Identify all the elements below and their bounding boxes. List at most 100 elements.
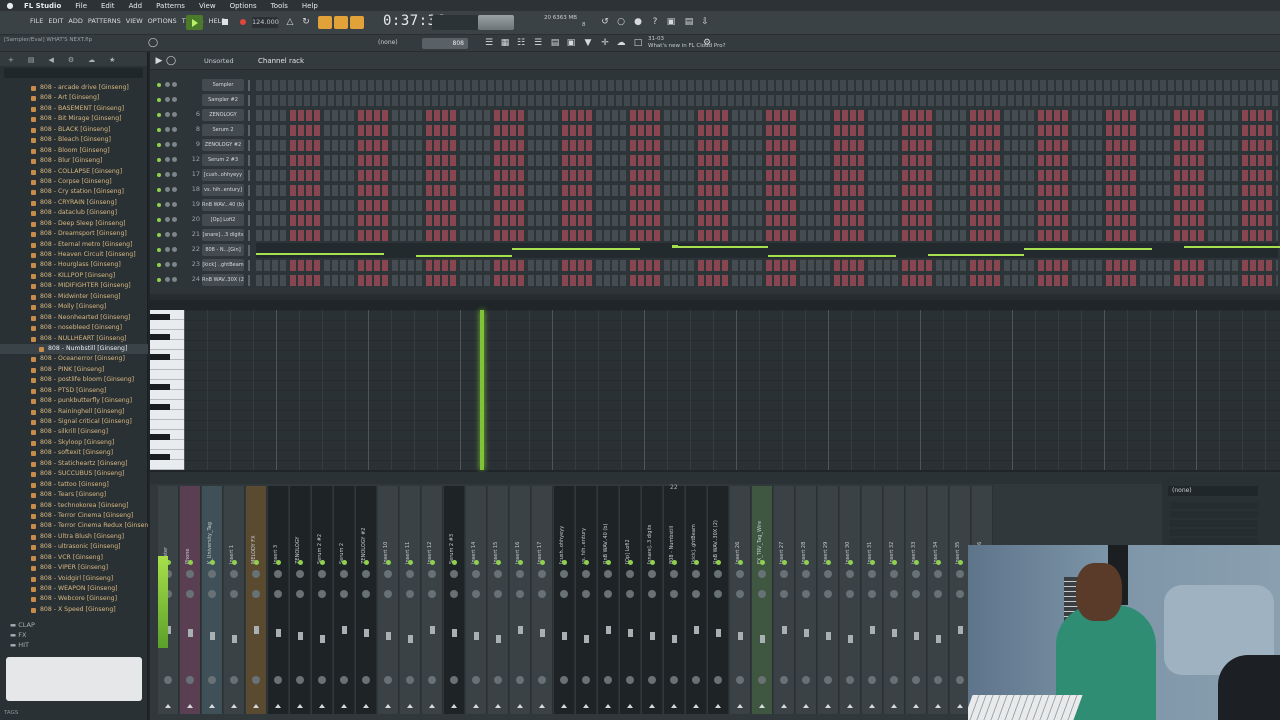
channel-name-button[interactable]: [Op] Lofi2 [202, 214, 244, 226]
mixer-strip-led[interactable] [914, 560, 919, 565]
channel-volume-knob[interactable] [172, 202, 177, 207]
channel-select-bar[interactable] [248, 230, 250, 241]
mixer-pan-knob[interactable] [560, 570, 568, 578]
mixer-stereo-knob[interactable] [340, 590, 348, 598]
mixer-strip-led[interactable] [628, 560, 633, 565]
mixer-volume-fader[interactable] [650, 632, 655, 640]
mixer-route-arrow-icon[interactable] [473, 704, 479, 708]
mixer-pan-knob[interactable] [648, 570, 656, 578]
mixer-stereo-knob[interactable] [406, 590, 414, 598]
browser-item[interactable]: 808 - Skyloop [Ginseng] [0, 438, 148, 448]
mixer-strip-led[interactable] [320, 560, 325, 565]
mixer-pan-knob[interactable] [406, 570, 414, 578]
mixer-pan-knob[interactable] [340, 570, 348, 578]
rack-arrow-icon[interactable]: ▶ [154, 56, 164, 66]
mixer-pan-knob[interactable] [802, 570, 810, 578]
channel-row[interactable]: 23 [kick] ..ghtBeam [150, 258, 1280, 273]
browser-item[interactable]: 808 - Art [Ginseng] [0, 93, 148, 103]
mixer-pan-knob[interactable] [428, 570, 436, 578]
mixer-send-knob[interactable] [604, 676, 612, 684]
channel-mute-led[interactable] [157, 203, 161, 207]
tools-icon[interactable]: ✛ [600, 38, 610, 48]
mixer-strip-led[interactable] [672, 560, 677, 565]
mixer-route-arrow-icon[interactable] [847, 704, 853, 708]
mixer-strip[interactable]: RnB WAV..40 (b) [598, 486, 619, 714]
mixer-route-arrow-icon[interactable] [385, 704, 391, 708]
channel-mute-led[interactable] [157, 113, 161, 117]
mixer-send-knob[interactable] [230, 676, 238, 684]
mixer-stereo-knob[interactable] [780, 590, 788, 598]
step-sequencer[interactable] [256, 125, 1278, 136]
mixer-stereo-knob[interactable] [384, 590, 392, 598]
apple-icon[interactable]: ● [0, 1, 20, 10]
channel-select-bar[interactable] [248, 215, 250, 226]
mixer-pan-knob[interactable] [868, 570, 876, 578]
channel-mixer-track[interactable]: 8 [178, 125, 200, 133]
mixer-stereo-knob[interactable] [692, 590, 700, 598]
mixer-stereo-knob[interactable] [824, 590, 832, 598]
channel-select-bar[interactable] [248, 80, 250, 91]
channel-row[interactable]: 8 Serum 2 [150, 123, 1280, 138]
mixer-volume-fader[interactable] [804, 629, 809, 637]
mixer-send-knob[interactable] [648, 676, 656, 684]
channel-row[interactable]: 18 vs. hih..entury] [150, 183, 1280, 198]
mixer-strip-led[interactable] [298, 560, 303, 565]
channel-row[interactable]: 24 RnB WAV..30X (2) [150, 273, 1280, 288]
mixer-strip[interactable]: [cush..ohhyeyy [554, 486, 575, 714]
channel-rack-icon[interactable]: ☷ [516, 38, 526, 48]
browser-item[interactable]: 808 - Webcore [Ginseng] [0, 594, 148, 604]
mixer-pan-knob[interactable] [230, 570, 238, 578]
browser-item[interactable]: 808 - WEAPON [Ginseng] [0, 584, 148, 594]
mixer-route-arrow-icon[interactable] [275, 704, 281, 708]
mixer-strip[interactable]: Insert 27 [774, 486, 795, 714]
mixer-stereo-knob[interactable] [230, 590, 238, 598]
mixer-stereo-knob[interactable] [208, 590, 216, 598]
channel-select-bar[interactable] [248, 260, 250, 271]
mixer-stereo-knob[interactable] [186, 590, 194, 598]
browser-plus-icon[interactable]: + [8, 56, 14, 64]
mixer-strip[interactable]: vs. hih..entury [576, 486, 597, 714]
mixer-pan-knob[interactable] [824, 570, 832, 578]
browser-item[interactable]: 808 - PINK [Ginseng] [0, 365, 148, 375]
browser-item[interactable]: 808 - silkrill [Ginseng] [0, 427, 148, 437]
channel-select-bar[interactable] [248, 245, 250, 256]
news-panel[interactable]: 31-03 What's new in FL Cloud Pro? [648, 36, 726, 50]
menu-patterns[interactable]: Patterns [149, 2, 192, 10]
mixer-strip-led[interactable] [210, 560, 215, 565]
mixer-strip-led[interactable] [188, 560, 193, 565]
mixer-pan-knob[interactable] [934, 570, 942, 578]
folder-hit[interactable]: ▬ HIT [10, 640, 35, 650]
mixer-route-arrow-icon[interactable] [913, 704, 919, 708]
channel-name-button[interactable]: [snare]...3 digits [202, 229, 244, 241]
browser-item[interactable]: 808 - PTSD [Ginseng] [0, 386, 148, 396]
pattern-selector[interactable]: 808 [422, 38, 468, 49]
mixer-pan-knob[interactable] [274, 570, 282, 578]
browser-item[interactable]: 808 - punkbutterfly [Ginseng] [0, 396, 148, 406]
channel-volume-knob[interactable] [172, 187, 177, 192]
channel-volume-knob[interactable] [172, 112, 177, 117]
channel-row[interactable]: Sampler [150, 78, 1280, 93]
mixer-volume-fader[interactable] [540, 629, 545, 637]
browser-item[interactable]: 808 - VCR [Ginseng] [0, 553, 148, 563]
mixer-volume-fader[interactable] [254, 626, 259, 634]
mixer-strip-led[interactable] [342, 560, 347, 565]
mixer-pan-knob[interactable] [252, 570, 260, 578]
cart-icon[interactable]: □ [633, 38, 643, 48]
mixer-strip-led[interactable] [386, 560, 391, 565]
channel-volume-knob[interactable] [172, 217, 177, 222]
loop-record-icon[interactable]: ↻ [301, 17, 311, 27]
step-sequencer[interactable] [256, 200, 1278, 211]
step-sequencer[interactable] [256, 275, 1278, 286]
mixer-strip-led[interactable] [760, 560, 765, 565]
mixer-route-arrow-icon[interactable] [517, 704, 523, 708]
mixer-stereo-knob[interactable] [428, 590, 436, 598]
channel-volume-knob[interactable] [172, 232, 177, 237]
mixer-send-knob[interactable] [956, 676, 964, 684]
mixer-pan-knob[interactable] [912, 570, 920, 578]
menu-add[interactable]: Add [122, 2, 150, 10]
mixer-strip-led[interactable] [276, 560, 281, 565]
browser-search-input[interactable] [4, 68, 143, 78]
fl-menu-view[interactable]: VIEW [126, 17, 143, 25]
mixer-pan-knob[interactable] [582, 570, 590, 578]
browser-item[interactable]: 808 - Bit Mirage [Ginseng] [0, 114, 148, 124]
